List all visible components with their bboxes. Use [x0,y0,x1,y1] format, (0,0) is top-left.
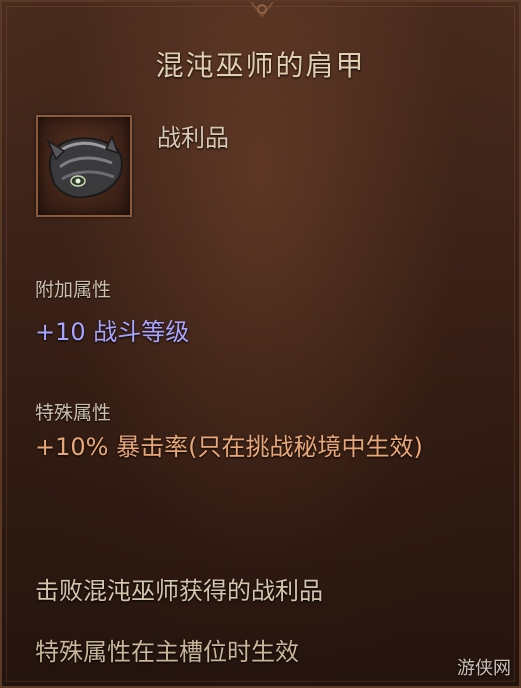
watermark-text: 游侠网 [457,658,511,679]
special-attribute-value: +10% 暴击率(只在挑战秘境中生效) [35,433,423,461]
top-ornament-icon [250,2,274,18]
item-source-text: 击败混沌巫师获得的战利品 [35,577,323,605]
item-type: 战利品 [157,124,229,152]
added-attribute-value: +10 战斗等级 [35,318,190,346]
special-attributes-label: 特殊属性 [35,402,112,424]
added-attributes-label: 附加属性 [35,279,112,301]
item-title: 混沌巫师的肩甲 [155,49,366,82]
item-tooltip: 混沌巫师的肩甲 战利品 附加属性 +10 战斗等级 特殊属性 +10% 暴击率(… [0,0,521,688]
shoulder-armor-icon [46,135,123,199]
item-icon-frame[interactable] [36,115,132,217]
item-note-text: 特殊属性在主槽位时生效 [35,638,299,666]
